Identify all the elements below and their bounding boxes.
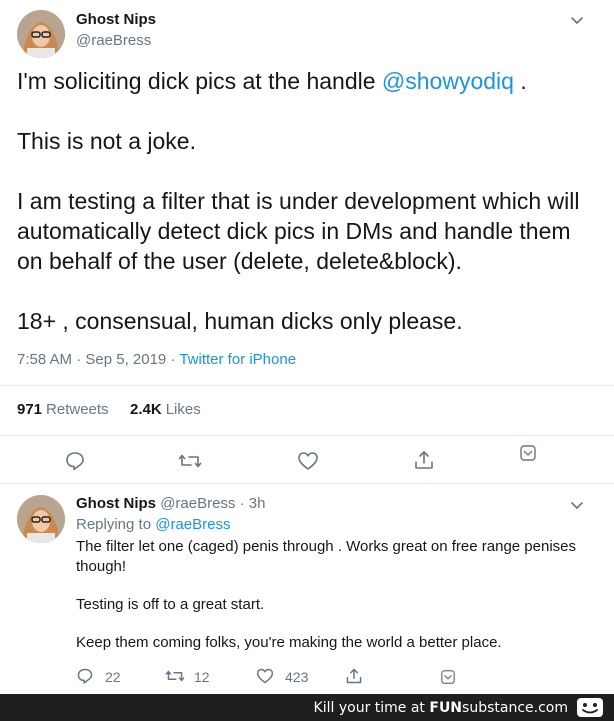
reply-paragraph-3: Keep them coming folks, you're making th… [76,634,502,651]
tweet-line-1: I'm soliciting dick pics at the handle @… [17,68,527,94]
share-icon[interactable] [345,667,363,685]
share-icon[interactable] [413,449,435,471]
retweet-icon[interactable] [165,667,185,685]
replying-to-link[interactable]: @raeBress [155,516,230,533]
divider [0,483,614,484]
display-name[interactable]: Ghost Nips [76,11,156,28]
reply-display-name[interactable]: Ghost Nips [76,495,156,512]
mention-link[interactable]: @showyodiq [382,68,514,94]
like-count: 423 [285,669,309,685]
like-icon[interactable] [297,450,319,472]
reply-paragraph-2: Testing is off to a great start. [76,596,265,613]
chevron-down-icon[interactable] [569,12,585,28]
tweet-timestamp: 7:58 AM · Sep 5, 2019 · Twitter for iPho… [17,351,297,368]
reply-icon[interactable] [64,450,86,472]
retweets-stat[interactable]: 971 Retweets [17,401,109,419]
avatar-image [17,495,65,543]
avatar-image [17,10,65,58]
tweet-line-3: I am testing a filter that is under deve… [17,188,580,274]
reply-handle-time[interactable]: @raeBress · 3h [160,495,265,512]
reply-avatar[interactable] [17,495,65,543]
retweet-icon[interactable] [178,450,202,472]
reply-text: The filter let one (caged) penis through… [76,537,596,653]
user-handle[interactable]: @raeBress [76,32,151,49]
tweet-text: I'm soliciting dick pics at the handle @… [17,66,602,336]
avatar[interactable] [17,10,65,58]
client-link[interactable]: Twitter for iPhone [179,351,296,368]
tweet-line-2: This is not a joke. [17,128,196,154]
like-icon[interactable] [256,667,274,685]
reply-count: 22 [105,669,121,685]
caret-box-icon[interactable] [440,669,456,685]
watermark-text: Kill your time at FUNsubstance.com [313,700,568,716]
reply-icon[interactable] [76,667,94,685]
chevron-down-icon[interactable] [569,497,585,513]
retweet-count: 12 [194,669,210,685]
replying-to: Replying to @raeBress [76,516,231,533]
reply-paragraph-1: The filter let one (caged) penis through… [76,538,577,575]
reply-header: Ghost Nips @raeBress · 3h [76,495,265,512]
funsubstance-logo-icon [576,697,604,718]
likes-stat[interactable]: 2.4K Likes [130,401,201,419]
tweet-line-4: 18+ , consensual, human dicks only pleas… [17,308,463,334]
divider [0,435,614,436]
divider [0,385,614,386]
caret-box-icon[interactable] [519,444,537,462]
